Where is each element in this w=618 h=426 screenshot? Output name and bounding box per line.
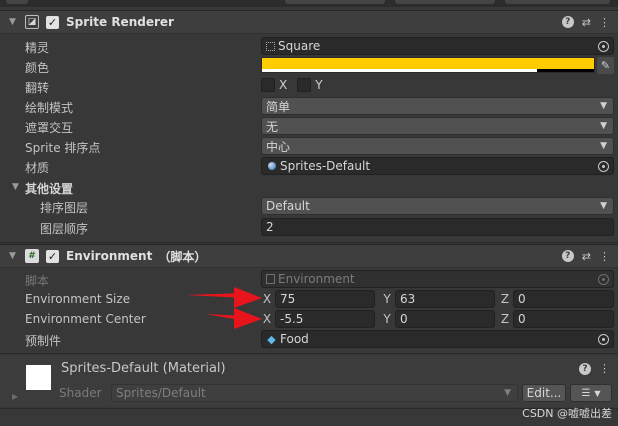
- arrow-head: [234, 287, 262, 308]
- arrow-to-size: [185, 287, 262, 308]
- arrow-to-center: [205, 308, 262, 329]
- arrow-head: [234, 308, 262, 329]
- annotation-arrows: [185, 287, 262, 329]
